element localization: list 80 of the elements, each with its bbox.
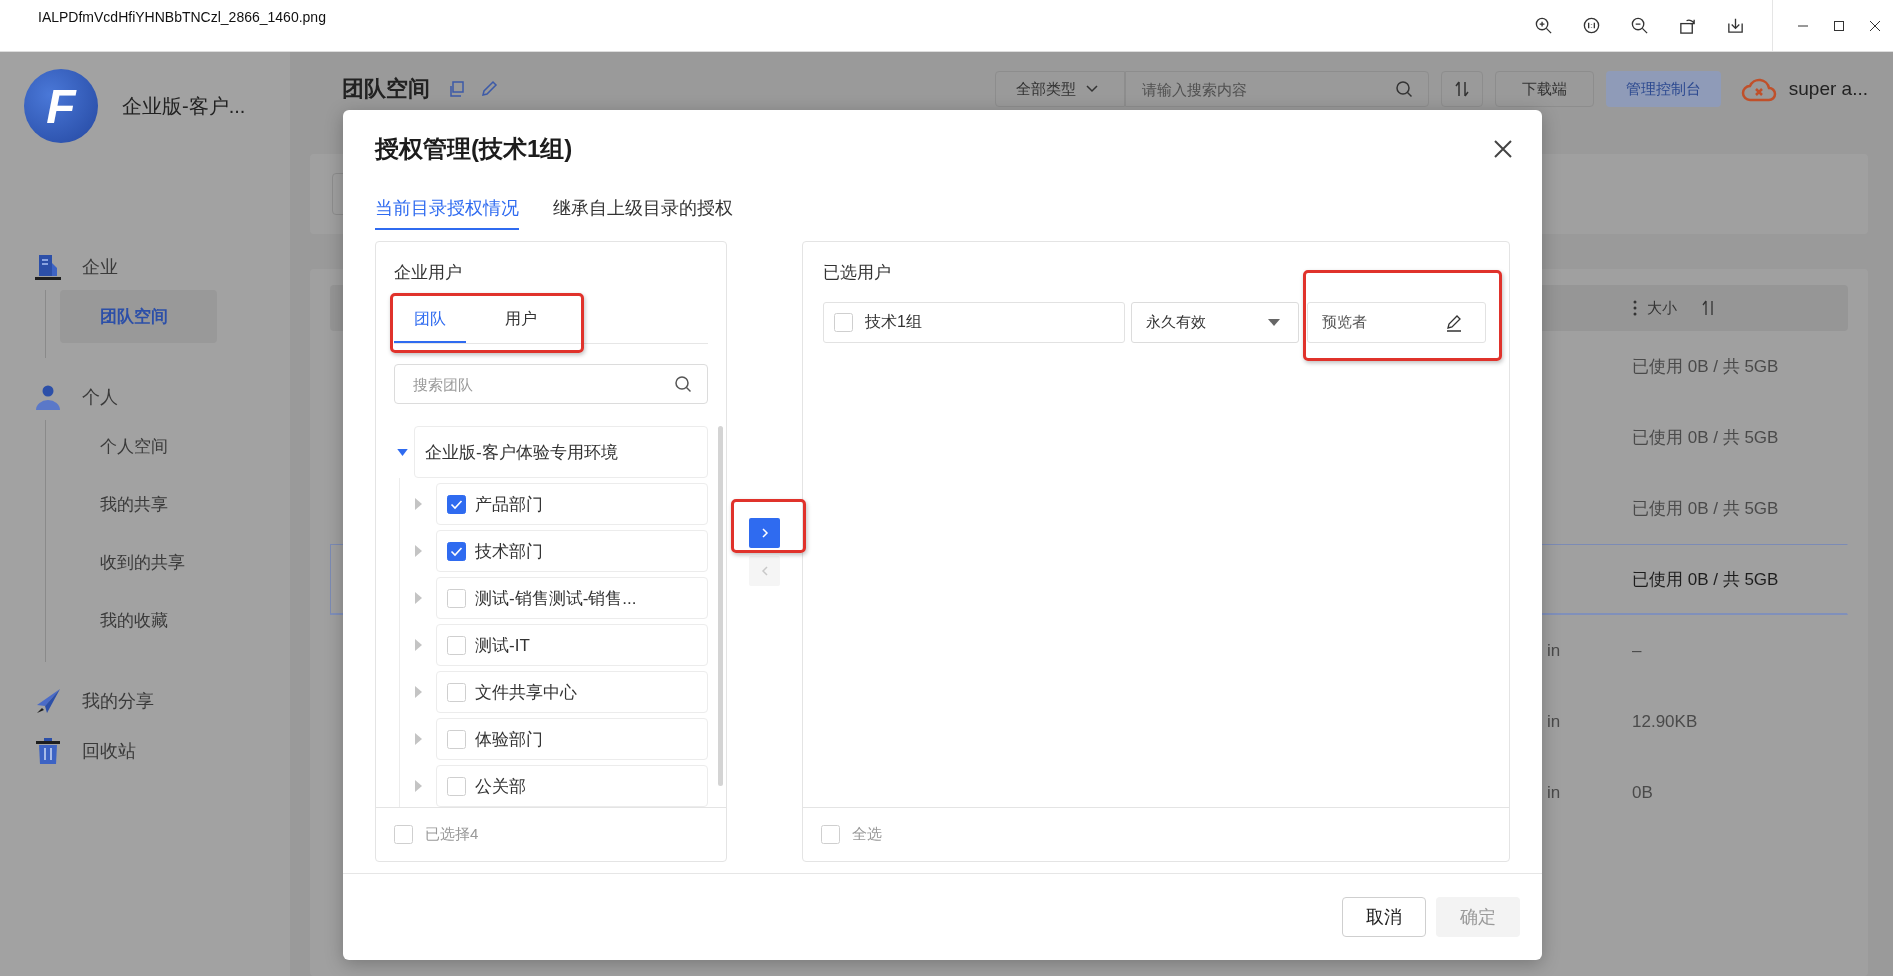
sidebar-item[interactable]: 企业 <box>0 248 290 286</box>
table-cell-text: in <box>1547 782 1562 803</box>
tree-item[interactable]: 产品部门 <box>436 483 708 525</box>
app-logo: F <box>24 69 98 143</box>
tree-item[interactable]: 体验部门 <box>436 718 708 760</box>
sidebar-item[interactable]: 团队空间 <box>60 290 217 343</box>
sidebar-item[interactable]: 我的共享 <box>60 478 217 531</box>
panel-title: 企业用户 <box>394 262 463 284</box>
tree-item-label: 文件共享中心 <box>475 681 577 704</box>
selected-count: 已选择4 <box>425 825 479 844</box>
person-icon <box>34 383 62 411</box>
tree-item[interactable]: 测试-销售测试-销售... <box>436 577 708 619</box>
close-icon[interactable] <box>1493 139 1513 159</box>
zoom-in-icon[interactable] <box>1534 16 1553 35</box>
tree-item[interactable]: 技术部门 <box>436 530 708 572</box>
edit-icon[interactable] <box>480 80 498 98</box>
type-dropdown[interactable]: 全部类型 <box>994 71 1125 107</box>
select-all-label: 全选 <box>852 825 882 844</box>
zoom-out-icon[interactable] <box>1630 16 1649 35</box>
sidebar-item[interactable]: 个人空间 <box>60 420 217 473</box>
tree-item-label: 产品部门 <box>475 493 543 516</box>
chevron-icon <box>759 563 770 578</box>
tree-item[interactable]: 测试-IT <box>436 624 708 666</box>
file-name: IALPDfmVcdHfiYHNBbTNCzl_2866_1460.png <box>38 8 326 25</box>
tab[interactable]: 团队 <box>394 299 466 343</box>
tab[interactable]: 用户 <box>466 299 576 343</box>
tree-item[interactable]: 文件共享中心 <box>436 671 708 713</box>
sidebar-item[interactable]: 收到的共享 <box>60 536 217 589</box>
maximize-icon[interactable] <box>1832 18 1846 33</box>
tree-item[interactable]: 企业版-客户体验专用环境 <box>414 426 708 478</box>
search-field[interactable]: 请输入搜索内容 <box>1124 71 1429 107</box>
page-title: 团队空间 <box>342 75 430 103</box>
tree-item-label: 测试-销售测试-销售... <box>475 587 637 610</box>
tree-item-label: 公关部 <box>475 775 526 798</box>
building-icon <box>34 253 62 281</box>
user-name: 技术1组 <box>865 312 922 332</box>
column-handle-icon[interactable] <box>1633 300 1637 316</box>
cancel-button[interactable]: 取消 <box>1342 897 1426 937</box>
checkbox[interactable] <box>447 541 466 561</box>
download-button[interactable]: 下载端 <box>1494 71 1594 107</box>
column-header[interactable]: 大小 <box>1647 298 1677 318</box>
sidebar-item[interactable]: 回收站 <box>0 732 290 770</box>
tree-item-label: 测试-IT <box>475 634 530 657</box>
close-icon[interactable] <box>1868 18 1882 33</box>
table-cell: 12.90KB <box>1632 711 1698 731</box>
sidebar-item[interactable]: 我的分享 <box>0 682 290 720</box>
tree-item-label: 体验部门 <box>475 728 543 751</box>
chevron-icon <box>759 525 770 540</box>
search-icon[interactable] <box>674 375 692 393</box>
download-icon[interactable] <box>1726 16 1745 35</box>
actual-size-icon[interactable] <box>1582 16 1601 35</box>
search-icon[interactable] <box>1394 80 1413 98</box>
table-cell: 已使用 0B / 共 5GB <box>1632 569 1779 589</box>
sort-button[interactable] <box>1440 71 1483 107</box>
caret-icon[interactable] <box>397 448 408 456</box>
role-field[interactable]: 预览者 <box>1307 302 1486 343</box>
trash-icon <box>34 737 62 765</box>
checkbox[interactable] <box>447 494 466 514</box>
console-button[interactable]: 管理控制台 <box>1605 71 1721 107</box>
table-cell-text: in <box>1547 711 1562 732</box>
caret-icon <box>1085 85 1098 93</box>
sidebar-item[interactable]: 个人 <box>0 378 290 416</box>
copy-icon[interactable] <box>448 80 466 98</box>
tree-item-label: 技术部门 <box>475 540 543 563</box>
table-cell: 0B <box>1632 782 1653 802</box>
pencil-icon[interactable] <box>1445 313 1463 332</box>
panel-title: 已选用户 <box>823 262 892 284</box>
brand-name: 企业版-客户... <box>122 93 246 119</box>
sidebar-item[interactable]: 我的收藏 <box>60 594 217 647</box>
caret-icon <box>1268 319 1280 326</box>
add-button[interactable] <box>749 517 780 548</box>
table-cell-text: in <box>1547 640 1562 661</box>
user-name[interactable]: super a... <box>1788 78 1868 100</box>
dialog-title: 授权管理(技术1组) <box>375 134 573 164</box>
table-cell: – <box>1632 640 1642 660</box>
tree-item[interactable]: 公关部 <box>436 765 708 807</box>
tab[interactable]: 继承自上级目录的授权 <box>553 188 733 230</box>
tab[interactable]: 当前目录授权情况 <box>375 188 519 230</box>
sort-icon <box>1452 80 1471 98</box>
validity-dropdown[interactable]: 永久有效 <box>1131 302 1299 343</box>
